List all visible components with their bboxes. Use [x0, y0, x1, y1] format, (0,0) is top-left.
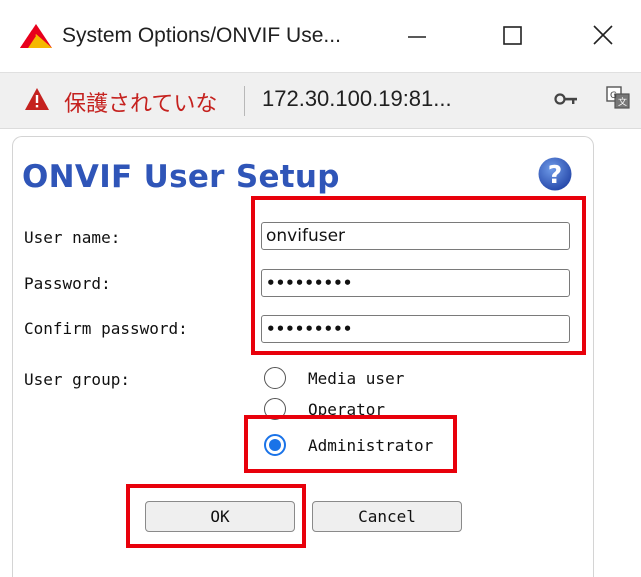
help-icon[interactable]: ?: [537, 156, 573, 192]
svg-text:文: 文: [618, 96, 627, 108]
cancel-button[interactable]: Cancel: [312, 501, 462, 532]
radio-label-operator: Operator: [308, 400, 386, 419]
confirm-password-label: Confirm password:: [24, 319, 188, 338]
window-titlebar: System Options/ONVIF Use...: [0, 0, 641, 72]
password-label: Password:: [24, 274, 111, 293]
close-icon[interactable]: [578, 14, 628, 58]
window-title: System Options/ONVIF Use...: [62, 24, 341, 47]
translate-icon[interactable]: G 文: [606, 85, 630, 111]
address-bar[interactable]: 保護されていな 172.30.100.19:81... G 文: [0, 72, 641, 129]
minimize-icon[interactable]: [392, 14, 442, 58]
radio-label-media-user: Media user: [308, 369, 405, 388]
url-separator: [244, 86, 245, 116]
svg-text:G: G: [610, 91, 617, 101]
security-warning-label[interactable]: 保護されていな: [64, 86, 217, 118]
password-input[interactable]: •••••••••: [261, 269, 570, 297]
warning-icon[interactable]: [24, 87, 50, 111]
radio-operator[interactable]: [264, 398, 286, 420]
dialog-panel: [12, 136, 594, 577]
key-icon[interactable]: [554, 91, 578, 107]
user-group-label: User group:: [24, 370, 130, 389]
app-icon: [20, 24, 52, 48]
radio-media-user[interactable]: [264, 367, 286, 389]
radio-label-administrator: Administrator: [308, 436, 434, 455]
maximize-icon[interactable]: [487, 14, 537, 58]
dialog-heading: ONVIF User Setup: [22, 159, 340, 195]
username-label: User name:: [24, 228, 121, 247]
radio-administrator[interactable]: [264, 434, 286, 456]
username-input[interactable]: onvifuser: [261, 222, 570, 250]
confirm-password-input[interactable]: •••••••••: [261, 315, 570, 343]
url-text[interactable]: 172.30.100.19:81...: [262, 86, 452, 112]
svg-text:?: ?: [548, 160, 563, 189]
ok-button[interactable]: OK: [145, 501, 295, 532]
